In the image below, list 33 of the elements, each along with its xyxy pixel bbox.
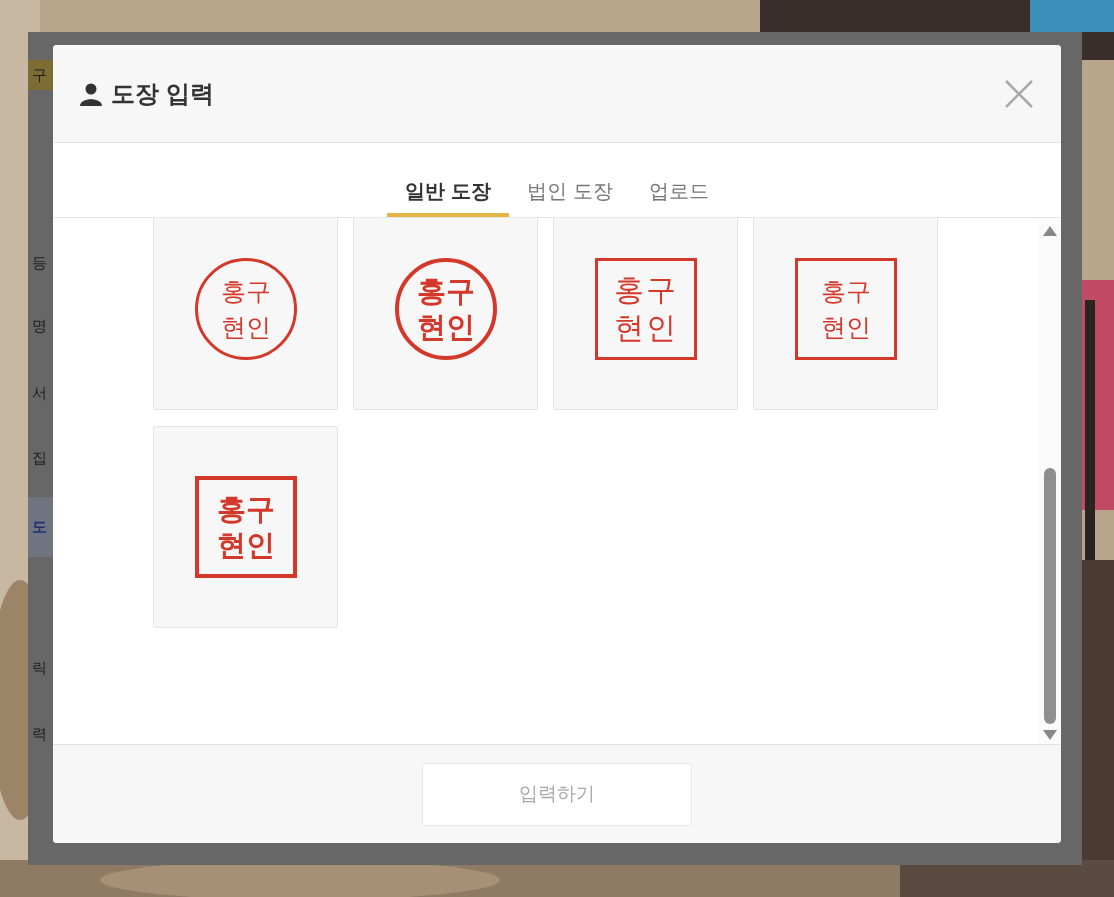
stamp-text: 홍구: [220, 276, 271, 307]
scroll-down-icon: [1043, 730, 1057, 740]
stamp-option[interactable]: 홍구 현인: [153, 426, 338, 628]
scrollbar[interactable]: [1039, 218, 1061, 744]
stamp-text: 홍구: [820, 276, 871, 307]
sidebar-item[interactable]: 서: [28, 378, 53, 408]
stamp-text: 현인: [820, 312, 871, 343]
tab[interactable]: 법인 도장: [509, 169, 631, 217]
stamp-option[interactable]: 홍구 현인: [553, 218, 738, 410]
stamp-text: 현인: [220, 312, 271, 343]
stamp-text: 현인: [613, 309, 678, 347]
stamp-option[interactable]: 홍구 현인: [753, 218, 938, 410]
stamp-text: 홍구: [416, 274, 475, 309]
dialog-title: 도장 입력: [111, 78, 214, 109]
stamp-text: 홍구: [613, 271, 678, 309]
header-bar: 구: [28, 60, 53, 90]
scroll-up-icon: [1043, 226, 1057, 236]
sidebar-item[interactable]: 명: [28, 311, 53, 341]
sidebar-item[interactable]: 릭: [28, 653, 53, 683]
stamp-text: 현인: [216, 528, 275, 563]
scrollbar-thumb[interactable]: [1044, 468, 1056, 724]
close-button[interactable]: [1003, 77, 1035, 110]
sidebar-item[interactable]: 도: [28, 497, 53, 557]
stamp-option[interactable]: 홍구 현인: [153, 218, 338, 410]
stamp-text: 현인: [416, 310, 475, 345]
tab[interactable]: 업로드: [630, 169, 727, 217]
sidebar-item[interactable]: 집: [28, 443, 53, 473]
stamp-text: 홍구: [216, 492, 275, 527]
stamp-option[interactable]: 홍구 현인: [353, 218, 538, 410]
sidebar-item[interactable]: 등: [28, 248, 53, 278]
person-icon: [79, 81, 103, 106]
sidebar-item[interactable]: 력: [28, 719, 53, 749]
close-icon: [1005, 79, 1033, 108]
